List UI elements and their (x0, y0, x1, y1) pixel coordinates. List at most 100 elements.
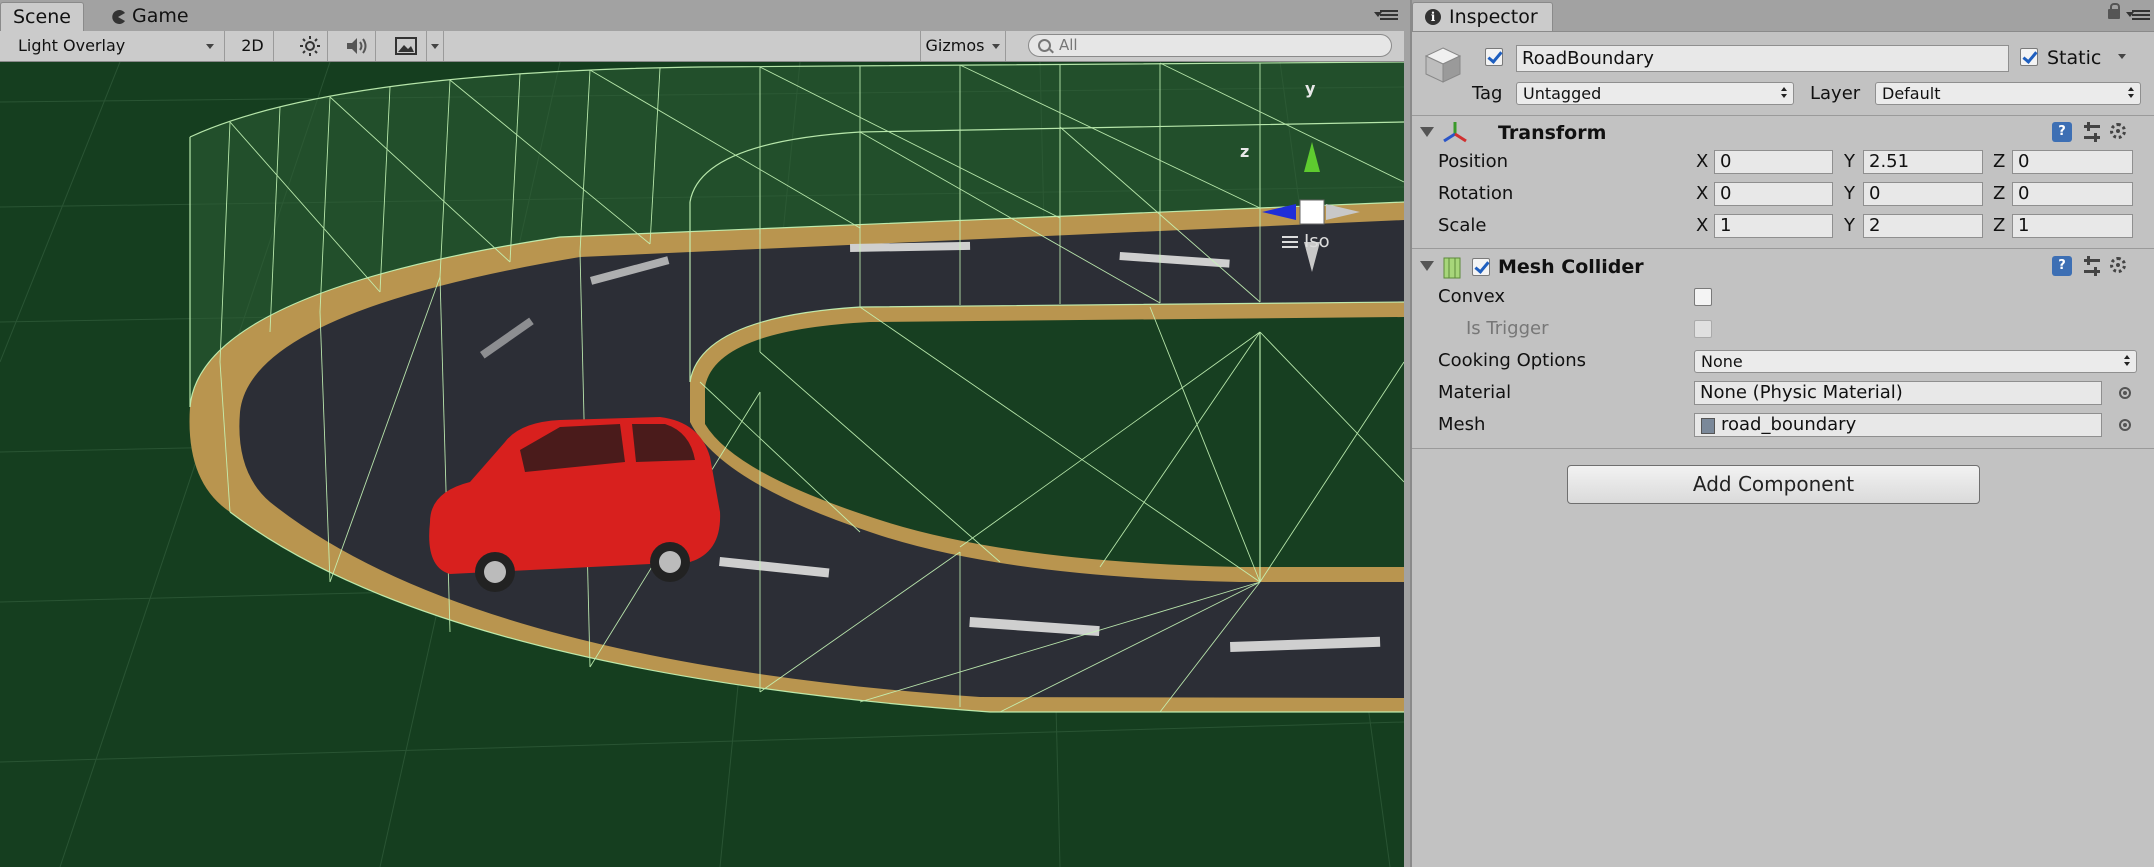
object-name-field[interactable]: RoadBoundary (1516, 45, 2009, 72)
tab-game[interactable]: Game (98, 2, 201, 31)
layer-value: Default (1882, 84, 1941, 103)
search-placeholder: All (1059, 36, 1078, 54)
divider (1412, 115, 2154, 116)
object-active-checkbox[interactable] (1485, 48, 1503, 66)
add-component-button[interactable]: Add Component (1567, 465, 1980, 504)
scene-toolbar: Light Overlay 2D Gizmos All (0, 31, 1404, 62)
preset-icon[interactable] (2082, 256, 2102, 276)
tag-dropdown[interactable]: Untagged (1516, 82, 1794, 105)
mesh-value: road_boundary (1721, 414, 1857, 435)
material-field[interactable]: None (Physic Material) (1694, 381, 2102, 405)
image-icon (395, 37, 417, 55)
axis-x-label: X (1696, 215, 1709, 236)
speaker-icon (346, 38, 366, 54)
gizmo-z-label: z (1240, 142, 1250, 161)
updown-icon (1781, 87, 1787, 99)
updown-icon (2124, 355, 2130, 367)
mesh-label: Mesh (1438, 414, 1486, 435)
mesh-collider-icon (1443, 257, 1461, 279)
transform-axes-icon (1443, 122, 1467, 143)
axis-y-label: Y (1844, 183, 1855, 204)
is-trigger-checkbox[interactable] (1694, 320, 1712, 338)
rotation-x-field[interactable]: 0 (1714, 182, 1833, 206)
cooking-options-dropdown[interactable]: None (1694, 350, 2137, 373)
gizmos-dropdown[interactable]: Gizmos (920, 31, 1006, 61)
updown-icon (2128, 87, 2134, 99)
tag-value: Untagged (1523, 84, 1602, 103)
static-checkbox[interactable] (2020, 48, 2038, 66)
cooking-options-value: None (1701, 352, 1743, 371)
tab-scene-label: Scene (13, 5, 71, 28)
is-trigger-label: Is Trigger (1466, 318, 1549, 339)
preset-icon[interactable] (2082, 122, 2102, 142)
gear-icon[interactable] (2110, 123, 2126, 139)
tab-scene[interactable]: Scene (0, 2, 84, 31)
scale-x-field[interactable]: 1 (1714, 214, 1833, 238)
divider (1412, 248, 2154, 249)
pacman-icon (112, 9, 125, 24)
effects-dropdown[interactable] (426, 31, 444, 61)
scene-3d-render (0, 62, 1404, 867)
mesh-field[interactable]: road_boundary (1694, 413, 2102, 437)
scale-y-field[interactable]: 2 (1863, 214, 1983, 238)
inspector-tab-bar: i Inspector (1412, 0, 2154, 32)
toggle-2d-button[interactable]: 2D (232, 31, 274, 61)
panel-menu-icon[interactable] (1374, 8, 1398, 22)
search-icon (1038, 39, 1051, 52)
help-icon[interactable]: ? (2052, 256, 2072, 276)
iso-label-text: Iso (1304, 231, 1330, 252)
scene-panel: Scene Game Light Overlay 2D Gizmos All y… (0, 0, 1404, 867)
rotation-z-field[interactable]: 0 (2012, 182, 2133, 206)
chevron-down-icon (992, 43, 1001, 49)
sun-icon (299, 36, 320, 56)
layer-label: Layer (1810, 83, 1861, 104)
tag-label: Tag (1472, 83, 1503, 104)
mesh-collider-foldout-icon[interactable] (1420, 261, 1434, 271)
inspector-panel: i Inspector RoadBoundary Static Tag Unta… (1410, 0, 2154, 867)
draw-mode-dropdown[interactable]: Light Overlay (0, 31, 225, 61)
lock-icon[interactable] (2108, 3, 2120, 19)
rotation-y-field[interactable]: 0 (1863, 182, 1983, 206)
scale-z-field[interactable]: 1 (2012, 214, 2133, 238)
draw-mode-label: Light Overlay (18, 36, 126, 55)
scene-search-input[interactable]: All (1028, 34, 1392, 57)
axis-y-label: Y (1844, 215, 1855, 236)
tab-game-label: Game (132, 5, 189, 27)
position-z-field[interactable]: 0 (2012, 150, 2133, 174)
convex-label: Convex (1438, 286, 1506, 307)
transform-foldout-icon[interactable] (1420, 127, 1434, 137)
static-dropdown-icon[interactable] (2118, 54, 2126, 59)
toggle-2d-label: 2D (241, 36, 264, 55)
divider (1412, 448, 2154, 449)
object-picker-icon[interactable] (2119, 387, 2131, 399)
scale-label: Scale (1438, 215, 1487, 236)
object-picker-icon[interactable] (2119, 419, 2131, 431)
chevron-down-icon (206, 43, 214, 49)
layer-dropdown[interactable]: Default (1875, 82, 2141, 105)
convex-checkbox[interactable] (1694, 288, 1712, 306)
audio-toggle-button[interactable] (338, 31, 376, 61)
material-label: Material (1438, 382, 1512, 403)
position-label: Position (1438, 151, 1509, 172)
tab-inspector[interactable]: i Inspector (1412, 2, 1553, 31)
tab-inspector-label: Inspector (1449, 5, 1538, 28)
lighting-toggle-button[interactable] (292, 31, 328, 61)
gear-icon[interactable] (2110, 257, 2126, 273)
static-label: Static (2047, 47, 2102, 69)
position-x-field[interactable]: 0 (1714, 150, 1833, 174)
iso-view-label[interactable]: Iso (1282, 231, 1330, 252)
axis-z-label: Z (1993, 215, 2006, 236)
mesh-collider-title: Mesh Collider (1498, 256, 1644, 278)
mesh-collider-enabled-checkbox[interactable] (1472, 258, 1490, 276)
axis-z-label: Z (1993, 151, 2006, 172)
mesh-icon (1701, 418, 1715, 434)
effects-toggle-button[interactable] (386, 31, 426, 61)
help-icon[interactable]: ? (2052, 122, 2072, 142)
position-y-field[interactable]: 2.51 (1863, 150, 1983, 174)
scene-viewport[interactable]: y z Iso (0, 62, 1404, 867)
rotation-label: Rotation (1438, 183, 1514, 204)
gizmos-label: Gizmos (925, 36, 985, 55)
axis-x-label: X (1696, 151, 1709, 172)
inspector-menu-icon[interactable] (2126, 8, 2150, 22)
cube-icon (1424, 47, 1462, 83)
